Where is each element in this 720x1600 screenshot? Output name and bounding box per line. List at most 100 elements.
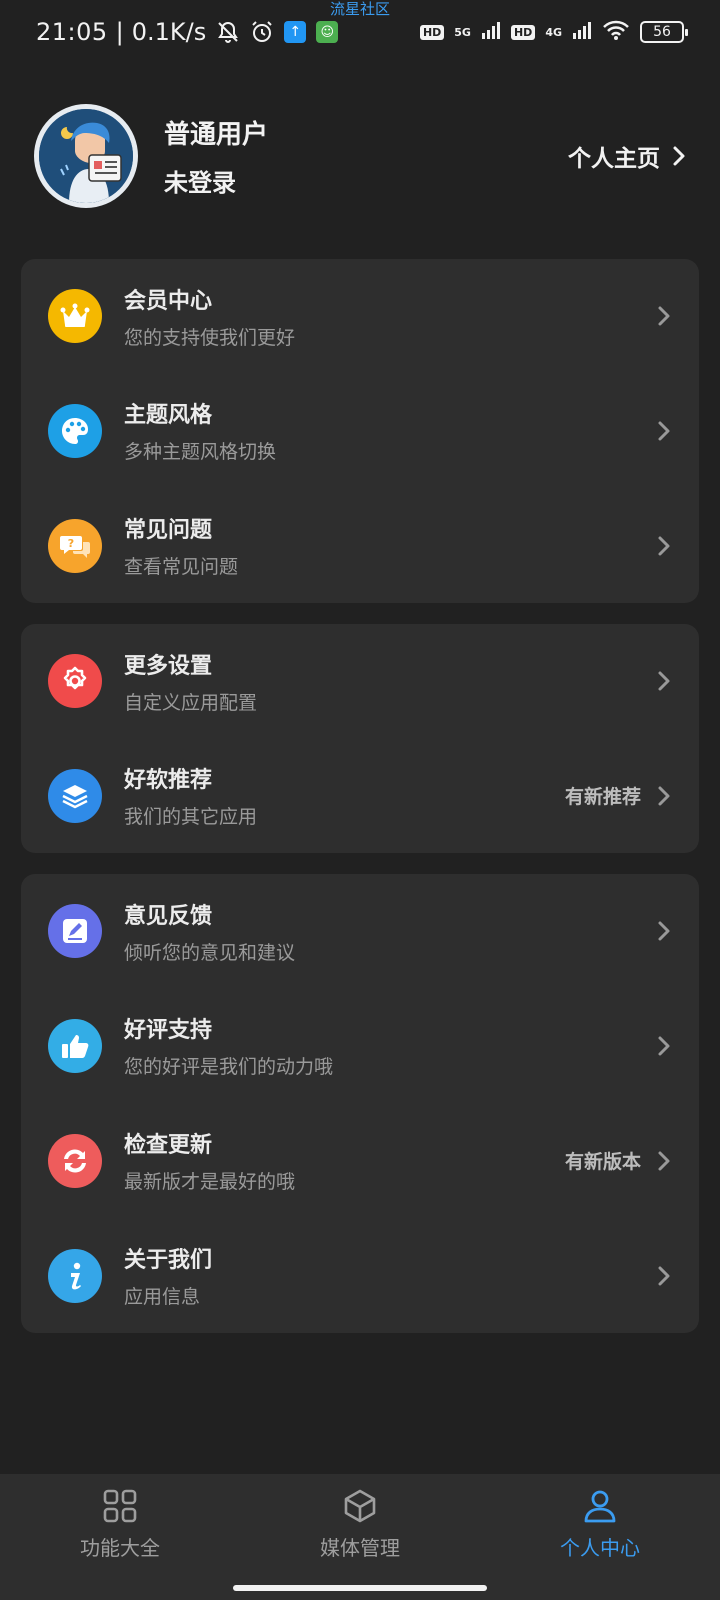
cube-icon: [344, 1489, 376, 1523]
row-right: 有新版本: [565, 1147, 671, 1174]
row-title: 好评支持: [124, 1018, 213, 1043]
list-item-recommended-apps[interactable]: 好软推荐 我们的其它应用 有新推荐: [21, 738, 699, 853]
login-status[interactable]: 未登录: [164, 163, 268, 198]
tab-profile[interactable]: 个人中心: [480, 1474, 720, 1600]
bottom-navigation: 功能大全 媒体管理 个人中心: [0, 1474, 720, 1600]
signal-4g-icon: [572, 21, 592, 43]
row-title: 意见反馈: [124, 903, 213, 929]
tab-label: 功能大全: [80, 1536, 160, 1560]
status-time: 21:05: [36, 18, 108, 46]
profile-name: 普通用户: [164, 120, 269, 150]
grid-icon: [103, 1489, 137, 1523]
personal-homepage-link[interactable]: 个人主页: [568, 139, 686, 173]
avatar-illustration-icon: [39, 109, 133, 203]
chevron-right-icon: [658, 786, 670, 805]
network-4g-label: 4G: [545, 25, 562, 39]
row-subtitle: 最新版才是最好的哦: [124, 1171, 296, 1193]
list-item-more-settings[interactable]: 更多设置 自定义应用配置: [21, 624, 699, 738]
chevron-right-icon: [658, 1266, 670, 1285]
row-subtitle: 应用信息: [124, 1286, 201, 1308]
palette-icon: [48, 403, 102, 458]
list-item-faq[interactable]: ? 常见问题 查看常见问题: [21, 488, 699, 603]
list-item-about-us[interactable]: 关于我们 应用信息: [21, 1218, 699, 1333]
row-right: [657, 305, 671, 327]
row-text: 会员中心 您的支持使我们更好: [124, 283, 295, 350]
chevron-right-icon: [658, 921, 670, 941]
status-net-speed: 0.1K/s: [131, 18, 207, 46]
list-item-feedback[interactable]: 意见反馈 倾听您的意见和建议: [21, 874, 699, 988]
row-text: 好软推荐 我们的其它应用: [124, 762, 257, 829]
alarm-icon: [250, 20, 274, 44]
row-text: 更多设置 自定义应用配置: [124, 648, 257, 715]
hd-badge-2: HD: [510, 24, 536, 40]
row-title: 关于我们: [124, 1248, 213, 1273]
tab-label: 媒体管理: [320, 1536, 400, 1560]
list-item-theme[interactable]: 主题风格 多种主题风格切换: [21, 373, 699, 488]
personal-homepage-label: 个人主页: [568, 146, 660, 172]
tab-features[interactable]: 功能大全: [0, 1474, 240, 1600]
question-chat-icon: ?: [48, 518, 102, 573]
tab-media[interactable]: 媒体管理: [240, 1474, 480, 1600]
row-title: 检查更新: [124, 1133, 213, 1158]
profile-header: 普通用户 未登录 个人主页: [34, 104, 686, 208]
notification-label: 流星社区: [329, 0, 390, 18]
list-item-check-update[interactable]: 检查更新 最新版才是最好的哦 有新版本: [21, 1103, 699, 1218]
row-subtitle: 倾听您的意见和建议: [124, 941, 296, 964]
row-title: 会员中心: [124, 288, 213, 314]
status-bar: 流星社区 21:05 | 0.1K/s ↑ ☺ HD 5G HD 4G 56: [0, 0, 720, 64]
chevron-right-icon: [658, 421, 670, 440]
app-upload-icon: ↑: [284, 21, 307, 43]
app-green-icon: ☺: [316, 21, 339, 43]
settings-card-3: 意见反馈 倾听您的意见和建议 好评支持 您的好评是我们的动力哦 检查更新 最新版…: [21, 874, 699, 1333]
chevron-right-icon: [658, 1151, 670, 1170]
row-right: [657, 535, 671, 557]
layers-icon: [48, 768, 102, 823]
row-text: 检查更新 最新版才是最好的哦: [124, 1127, 295, 1194]
hd-badge: HD: [419, 24, 445, 40]
row-right: [657, 920, 671, 942]
chevron-right-icon: [658, 1036, 670, 1055]
row-subtitle: 查看常见问题: [124, 556, 239, 578]
row-text: 关于我们 应用信息: [124, 1242, 212, 1309]
row-right: 有新推荐: [565, 782, 671, 809]
chevron-right-icon: [658, 671, 670, 691]
settings-icon: [48, 654, 102, 708]
settings-card-1: 会员中心 您的支持使我们更好 主题风格 多种主题风格切换 ? 常见问题 查看常见…: [21, 259, 699, 603]
crown-icon: [48, 289, 102, 343]
profile-text: 普通用户 未登录: [164, 114, 268, 198]
row-text: 常见问题 查看常见问题: [124, 512, 238, 579]
avatar[interactable]: [34, 104, 138, 208]
new-recommendation-badge: 有新推荐: [564, 786, 641, 808]
tab-label: 个人中心: [560, 1536, 640, 1560]
row-text: 意见反馈 倾听您的意见和建议: [124, 898, 295, 965]
settings-card-2: 更多设置 自定义应用配置 好软推荐 我们的其它应用 有新推荐: [21, 624, 699, 853]
chevron-right-icon: [658, 536, 670, 555]
signal-5g-icon: [481, 21, 501, 43]
status-separator: |: [115, 18, 124, 46]
row-title: 常见问题: [124, 518, 213, 543]
bell-off-icon: [216, 20, 240, 44]
refresh-icon: [48, 1133, 102, 1188]
home-indicator[interactable]: [233, 1585, 487, 1591]
row-text: 主题风格 多种主题风格切换: [124, 397, 276, 464]
chevron-right-icon: [658, 306, 670, 326]
row-title: 好软推荐: [124, 768, 213, 793]
row-right: [657, 420, 671, 442]
row-title: 更多设置: [124, 653, 213, 679]
row-subtitle: 多种主题风格切换: [124, 441, 277, 463]
chevron-right-icon: [673, 146, 685, 166]
row-subtitle: 自定义应用配置: [124, 691, 258, 714]
row-subtitle: 您的好评是我们的动力哦: [124, 1056, 334, 1078]
edit-icon: [48, 904, 102, 958]
battery-indicator: 56: [640, 21, 688, 43]
wifi-icon: [602, 19, 630, 45]
list-item-rate-support[interactable]: 好评支持 您的好评是我们的动力哦: [21, 988, 699, 1103]
row-subtitle: 您的支持使我们更好: [124, 326, 296, 349]
person-icon: [584, 1490, 616, 1523]
list-item-membership[interactable]: 会员中心 您的支持使我们更好: [21, 259, 699, 373]
row-text: 好评支持 您的好评是我们的动力哦: [124, 1012, 333, 1079]
info-icon: [48, 1248, 102, 1303]
row-right: [657, 1035, 671, 1057]
row-right: [657, 1265, 671, 1287]
thumbs-up-icon: [48, 1018, 102, 1073]
